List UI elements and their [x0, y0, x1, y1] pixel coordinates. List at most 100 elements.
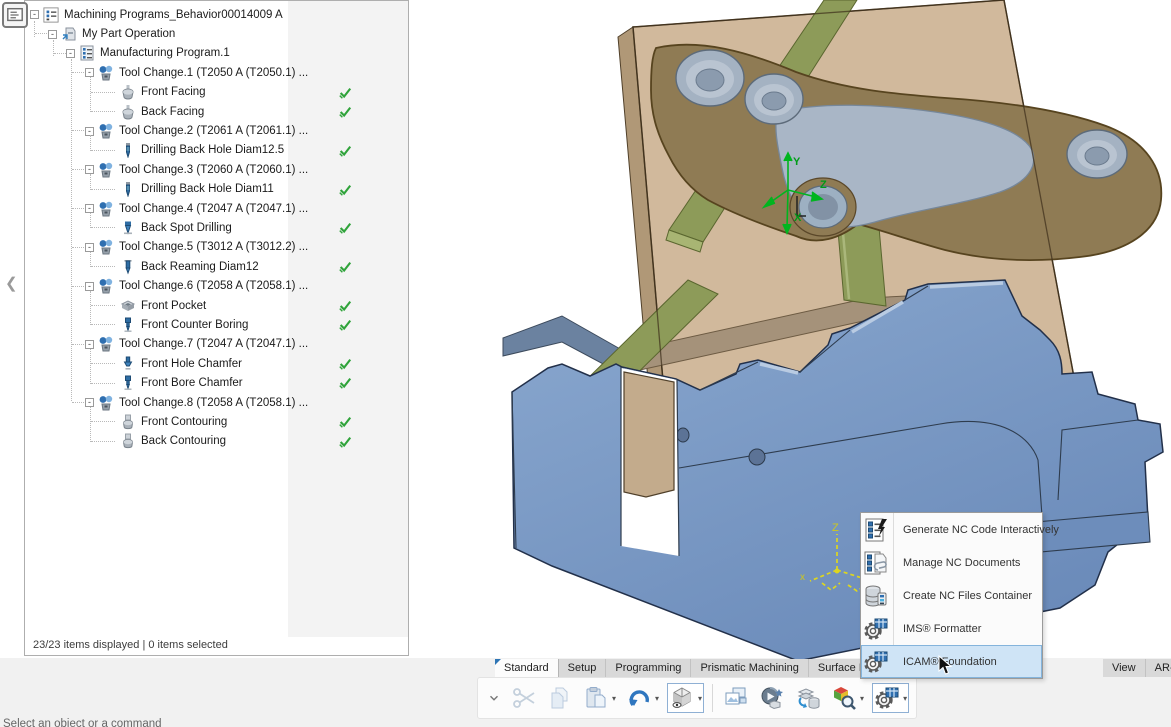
data-exchange-button[interactable]	[793, 683, 823, 713]
tree-item-label: Machining Programs_Behavior00014009 A	[64, 9, 283, 21]
tree-guide-line	[90, 77, 91, 112]
expand-toggle-icon[interactable]: -	[85, 340, 94, 349]
tree-guide-line	[72, 130, 84, 131]
tree-item-back-reaming-diam12[interactable]: Back Reaming Diam12	[25, 257, 408, 276]
collapse-toolbar-button[interactable]	[485, 683, 503, 713]
panel-collapse-chevron-icon[interactable]: ❮	[5, 274, 18, 292]
tree-item-back-spot-drilling[interactable]: Back Spot Drilling	[25, 218, 408, 237]
tab-programming[interactable]: Programming	[606, 659, 691, 677]
svg-text:Z: Z	[832, 522, 839, 534]
expand-toggle-icon[interactable]: -	[85, 127, 94, 136]
dropdown-arrow-icon[interactable]: ▾	[903, 694, 907, 703]
tree-guide-line	[91, 324, 115, 325]
tab-setup[interactable]: Setup	[559, 659, 607, 677]
tree-guide-line	[72, 344, 84, 345]
counter-boring-icon	[120, 375, 136, 391]
dropdown-arrow-icon[interactable]: ▾	[860, 694, 864, 703]
menu-item-label: Manage NC Documents	[903, 557, 1020, 569]
tree-guide-line	[91, 92, 115, 93]
tab-ar-vr[interactable]: AR-VR	[1146, 659, 1171, 677]
dropdown-arrow-icon[interactable]: ▾	[655, 694, 659, 703]
menu-item-ims-formatter[interactable]: IMS® Formatter	[861, 612, 1042, 645]
undo-button[interactable]: ▾	[624, 683, 661, 713]
tree-item-label: Back Spot Drilling	[141, 222, 232, 234]
tree-item-manufacturing-program-1[interactable]: -Manufacturing Program.1	[25, 44, 408, 63]
svg-text:X: X	[794, 212, 802, 224]
menu-item-create-nc-files-container[interactable]: Create NC Files Container	[861, 579, 1042, 612]
tree-item-label: Front Pocket	[141, 300, 206, 312]
tree-item-back-contouring[interactable]: Back Contouring	[25, 432, 408, 451]
expand-toggle-icon[interactable]: -	[85, 204, 94, 213]
tree-guide-line	[91, 383, 115, 384]
tab-standard[interactable]: Standard	[495, 659, 559, 677]
copy-icon	[547, 685, 573, 711]
tree-item-front-hole-chamfer[interactable]: Front Hole Chamfer	[25, 354, 408, 373]
chevron-down-icon	[487, 685, 501, 711]
simulate-button[interactable]	[757, 683, 787, 713]
tree-item-front-bore-chamfer[interactable]: Front Bore Chamfer	[25, 373, 408, 392]
expand-toggle-icon[interactable]: -	[48, 30, 57, 39]
part-operation-icon	[61, 26, 77, 42]
tree-item-front-facing[interactable]: Front Facing	[25, 83, 408, 102]
view-cube-icon	[669, 685, 695, 711]
svg-text:Z: Z	[820, 179, 827, 191]
tool-change-icon	[98, 239, 114, 255]
menu-item-manage-nc-documents[interactable]: Manage NC Documents	[861, 546, 1042, 579]
expand-toggle-icon[interactable]: -	[85, 282, 94, 291]
tree-guide-line	[90, 407, 91, 442]
tree-panel-icon	[6, 6, 24, 24]
tree-guide-line	[91, 111, 115, 112]
tree-guide-line	[71, 59, 72, 401]
fixture-slot	[621, 367, 679, 556]
expand-toggle-icon[interactable]: -	[85, 398, 94, 407]
tree-item-label: Tool Change.6 (T2058 A (T2058.1) ...	[119, 280, 308, 292]
expand-toggle-icon[interactable]: -	[85, 165, 94, 174]
icam-tools-button[interactable]: ▾	[872, 683, 909, 713]
pocket-icon	[120, 298, 136, 314]
tree-item-my-part-operation[interactable]: -My Part Operation	[25, 24, 408, 43]
display-style-button[interactable]: ▾	[667, 683, 704, 713]
tab-prismatic-machining[interactable]: Prismatic Machining	[691, 659, 808, 677]
computed-check-icon	[338, 357, 352, 371]
tree-item-label: Tool Change.2 (T2061 A (T2061.1) ...	[119, 125, 308, 137]
copy-button[interactable]	[545, 683, 575, 713]
tree-item-front-contouring[interactable]: Front Contouring	[25, 412, 408, 431]
capture-button[interactable]	[721, 683, 751, 713]
search-button[interactable]: ▾	[829, 683, 866, 713]
simulation-icon	[759, 685, 785, 711]
tree-guide-line	[90, 135, 91, 150]
undo-icon	[626, 685, 652, 711]
expand-toggle-icon[interactable]: -	[85, 68, 94, 77]
expand-toggle-icon[interactable]: -	[30, 10, 39, 19]
tree-item-label: Front Counter Boring	[141, 319, 248, 331]
svg-text:x: x	[800, 572, 805, 583]
tree-item-drilling-back-hole-diam11[interactable]: Drilling Back Hole Diam11	[25, 180, 408, 199]
tree-guide-line	[91, 189, 115, 190]
menu-item-generate-nc-code-interactively[interactable]: Generate NC Code Interactively	[861, 513, 1042, 546]
tree-panel-toggle-button[interactable]	[2, 2, 28, 28]
contouring-icon	[120, 414, 136, 430]
computed-check-icon	[338, 221, 352, 235]
tree-item-front-counter-boring[interactable]: Front Counter Boring	[25, 315, 408, 334]
expand-toggle-icon[interactable]: -	[85, 243, 94, 252]
gear-grid-icon	[863, 616, 889, 642]
dropdown-arrow-icon[interactable]: ▾	[612, 694, 616, 703]
computed-check-icon	[338, 318, 352, 332]
nc-documents-icon-icon	[863, 550, 889, 576]
dropdown-arrow-icon[interactable]: ▾	[698, 694, 702, 703]
tab-view[interactable]: View	[1103, 659, 1146, 677]
computed-check-icon	[338, 260, 352, 274]
stock-in-slot[interactable]	[624, 372, 674, 497]
svg-text:Y: Y	[793, 156, 801, 168]
computed-check-icon	[338, 435, 352, 449]
cut-button[interactable]	[509, 683, 539, 713]
tree-item-label: Tool Change.1 (T2050 A (T2050.1) ...	[119, 67, 308, 79]
part-hole-counterbore-1	[676, 50, 744, 106]
paste-button[interactable]: ▾	[581, 683, 618, 713]
tree-item-drilling-back-hole-diam12-5[interactable]: Drilling Back Hole Diam12.5	[25, 141, 408, 160]
tree-item-machining-programs-behavior00014009-a[interactable]: - Machining Programs_Behavior00014009 A	[25, 5, 408, 24]
tree-item-front-pocket[interactable]: Front Pocket	[25, 296, 408, 315]
expand-toggle-icon[interactable]: -	[66, 49, 75, 58]
tree-item-label: Tool Change.8 (T2058 A (T2058.1) ...	[119, 397, 308, 409]
tree-item-back-facing[interactable]: Back Facing	[25, 102, 408, 121]
